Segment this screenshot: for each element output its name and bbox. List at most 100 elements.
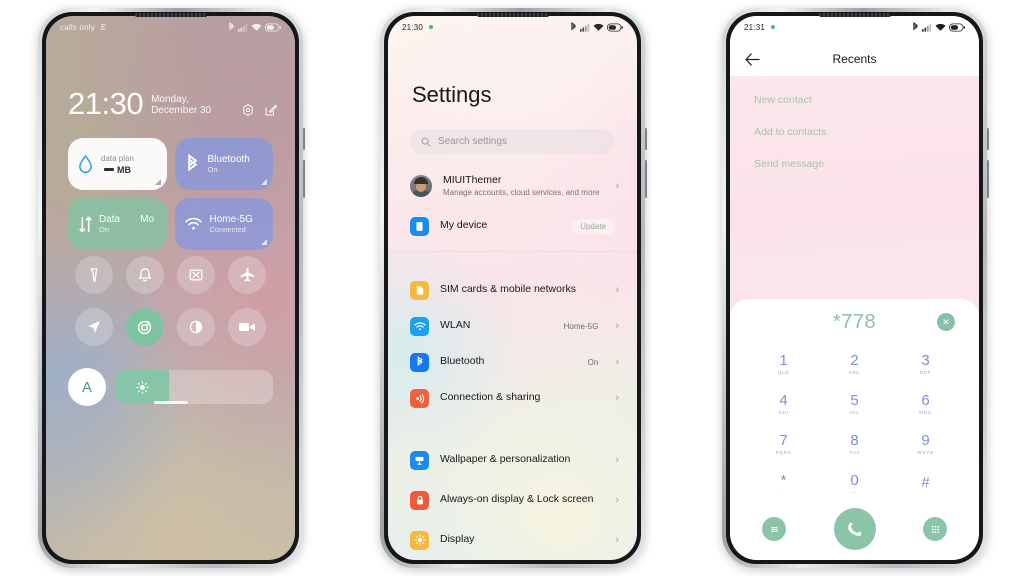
key-digit: 8	[850, 431, 859, 449]
context-menu: New contact Add to contacts Send message	[730, 84, 979, 180]
call-log-button[interactable]	[762, 517, 786, 541]
menu-item-send-message[interactable]: Send message	[730, 148, 979, 180]
key-6[interactable]: 6 MNO	[890, 385, 961, 422]
toggle-location[interactable]	[74, 308, 113, 346]
toggle-screenshot[interactable]	[177, 256, 216, 294]
key-9[interactable]: 9 WXYZ	[890, 425, 961, 462]
phone-dialer: 21:31 Recents New contact Add to contact…	[722, 8, 989, 568]
tile-expand-corner[interactable]	[154, 179, 161, 185]
key-letters: +	[852, 489, 857, 495]
key-digit: 4	[779, 391, 788, 409]
my-device-label: My device	[440, 219, 488, 232]
tile-expand-corner[interactable]	[261, 179, 267, 185]
key-1[interactable]: 1 QLD	[748, 345, 819, 382]
row-value: Home-5G	[563, 321, 599, 331]
toggle-grid	[68, 256, 273, 346]
brightness-icon	[410, 530, 429, 550]
chevron-right-icon: ›	[615, 453, 619, 466]
key-letters: ,	[782, 489, 785, 495]
wallpaper-icon	[410, 450, 429, 470]
toggle-auto-rotate[interactable]	[125, 308, 164, 346]
settings-gear-icon[interactable]	[242, 103, 254, 116]
phone-control-center: calls only E 21:30 Monday, December 30 d…	[38, 8, 305, 568]
wifi-icon	[410, 316, 429, 336]
account-name: MIUIThemer	[443, 173, 502, 186]
toggle-airplane-mode[interactable]	[228, 256, 267, 294]
toggle-dark-mode[interactable]	[177, 308, 216, 346]
edit-icon[interactable]	[265, 104, 277, 116]
key-3[interactable]: 3 DEF	[890, 345, 961, 382]
brightness-slider[interactable]	[116, 370, 273, 404]
status-time: 21:31	[744, 22, 766, 32]
page-title: Settings	[412, 82, 492, 107]
key-digit: 7	[779, 431, 788, 449]
key-2[interactable]: 2 ABC	[819, 345, 890, 382]
toggle-flashlight[interactable]	[74, 256, 113, 294]
chevron-right-icon: ›	[615, 355, 619, 368]
network-type-label: E	[100, 22, 107, 32]
back-button[interactable]	[730, 52, 774, 66]
clock-area: 21:30 Monday, December 30	[68, 88, 277, 119]
key-hash[interactable]: #	[890, 465, 961, 502]
row-label: Display	[440, 533, 475, 546]
toggle-silent[interactable]	[125, 256, 164, 294]
search-input[interactable]: Search settings	[410, 129, 615, 154]
update-badge[interactable]: Update	[571, 218, 615, 234]
signal-icon	[922, 23, 932, 32]
battery-icon	[949, 23, 965, 32]
chevron-right-icon: ›	[615, 391, 619, 404]
bluetooth-icon	[185, 154, 200, 174]
row-connection-sharing[interactable]: Connection & sharing ›	[388, 380, 637, 416]
wifi-icon	[184, 217, 202, 231]
account-subtitle: Manage accounts, cloud services, and mor…	[443, 188, 600, 198]
chevron-right-icon: ›	[615, 319, 619, 332]
row-my-device[interactable]: My device Update	[388, 208, 637, 244]
key-4[interactable]: 4 GHI	[748, 385, 819, 422]
phone-settings: 21:30 Settings Search settings MIUITheme…	[380, 8, 647, 568]
key-letters: QLD	[777, 369, 790, 375]
wifi-icon	[935, 23, 946, 32]
row-wlan[interactable]: WLAN Home-5G ›	[388, 308, 637, 344]
earpiece-speaker	[818, 13, 891, 17]
home-indicator[interactable]	[153, 401, 188, 404]
key-8[interactable]: 8 TUV	[819, 425, 890, 462]
row-always-on-display[interactable]: Always-on display & Lock screen ›	[388, 478, 637, 522]
menu-item-new-contact[interactable]: New contact	[730, 84, 979, 116]
tile-wlan-sub: Connected	[209, 224, 246, 234]
keypad-button[interactable]	[923, 517, 947, 541]
toggle-screen-recorder[interactable]	[228, 308, 267, 346]
row-label: Wallpaper & personalization	[440, 453, 571, 466]
tile-wlan-title: Home-5G	[209, 213, 253, 225]
key-letters: PQRS	[775, 449, 792, 455]
row-value: On	[587, 357, 599, 367]
dialer-nav-bar: Recents	[730, 42, 979, 76]
row-bluetooth[interactable]: Bluetooth On ›	[388, 344, 637, 380]
row-display[interactable]: Display ›	[388, 522, 637, 558]
status-bar-2: 21:30	[388, 16, 637, 38]
key-star[interactable]: *,	[748, 465, 819, 502]
divider	[388, 251, 637, 252]
key-letters: DEF	[919, 369, 932, 375]
call-button[interactable]	[833, 508, 876, 550]
row-wallpaper[interactable]: Wallpaper & personalization ›	[388, 442, 637, 478]
key-digit: 2	[850, 351, 859, 369]
lock-icon	[410, 490, 429, 510]
row-sim-cards[interactable]: SIM cards & mobile networks ›	[388, 272, 637, 308]
menu-item-add-to-contacts[interactable]: Add to contacts	[730, 116, 979, 148]
auto-brightness-button[interactable]: A	[68, 368, 106, 406]
tile-mobile-data[interactable]: Data Mo On	[68, 198, 167, 250]
clear-button[interactable]: ✕	[937, 313, 955, 331]
recording-dot-icon	[771, 25, 776, 29]
tile-wlan[interactable]: Home-5G Connected	[174, 198, 273, 250]
data-transfer-icon	[78, 216, 93, 233]
key-5[interactable]: 5 JKL	[819, 385, 890, 422]
share-icon	[410, 388, 429, 408]
key-0[interactable]: 0 +	[819, 465, 890, 502]
tile-data-plan[interactable]: data plan MB	[68, 138, 167, 190]
dialed-number[interactable]: *778	[833, 311, 876, 334]
tile-bluetooth[interactable]: Bluetooth On	[174, 138, 273, 190]
key-7[interactable]: 7 PQRS	[748, 425, 819, 462]
key-digit: 3	[921, 351, 930, 369]
row-account[interactable]: MIUIThemer Manage accounts, cloud servic…	[388, 164, 637, 208]
tile-expand-corner[interactable]	[261, 239, 267, 245]
